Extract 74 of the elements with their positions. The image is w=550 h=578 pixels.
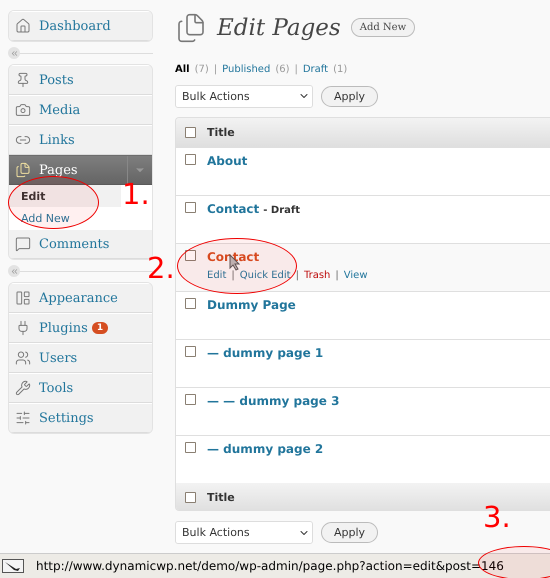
menu-label: Comments bbox=[39, 236, 110, 252]
menu-item[interactable]: Appearance bbox=[9, 283, 152, 313]
camera-icon bbox=[15, 102, 31, 118]
page-title-link[interactable]: — dummy page 2 bbox=[207, 442, 324, 456]
collapse-icon[interactable] bbox=[8, 265, 20, 277]
pushpin-icon bbox=[15, 72, 31, 88]
page-title-link[interactable]: — — dummy page 3 bbox=[207, 394, 340, 408]
menu-item[interactable]: Links bbox=[9, 125, 152, 155]
row-checkbox[interactable] bbox=[185, 250, 196, 261]
page-title-link[interactable]: Dummy Page bbox=[207, 298, 296, 312]
bulk-actions-select[interactable]: Bulk Actions bbox=[175, 84, 313, 108]
select-all-checkbox[interactable] bbox=[185, 492, 196, 503]
page-title-link[interactable]: Contact bbox=[207, 202, 260, 216]
menu-label: Posts bbox=[39, 72, 74, 88]
select-all-checkbox[interactable] bbox=[185, 126, 196, 138]
row-checkbox[interactable] bbox=[185, 442, 196, 453]
annotation-number: 3. bbox=[483, 503, 511, 532]
row-checkbox[interactable] bbox=[185, 154, 196, 165]
filter-count: (6) bbox=[275, 64, 290, 75]
filter-link[interactable]: Draft bbox=[302, 64, 328, 75]
page-title: Edit Pages bbox=[217, 14, 341, 41]
filter-link[interactable]: All bbox=[175, 64, 190, 75]
filter-count: (7) bbox=[194, 64, 209, 75]
house-icon bbox=[15, 18, 31, 34]
menu-label: Settings bbox=[39, 410, 94, 426]
row-checkbox[interactable] bbox=[185, 346, 196, 357]
separator-text: | bbox=[231, 270, 235, 281]
page-title-link[interactable]: — dummy page 1 bbox=[207, 346, 324, 360]
row-checkbox[interactable] bbox=[185, 202, 196, 213]
menu-item[interactable]: Settings bbox=[9, 403, 152, 433]
apply-button[interactable]: Apply bbox=[321, 86, 378, 107]
apply-button[interactable]: Apply bbox=[321, 522, 378, 543]
pages-icon bbox=[175, 12, 207, 44]
menu-label: Plugins bbox=[39, 320, 88, 336]
row-checkbox[interactable] bbox=[185, 394, 196, 405]
menu-label: Media bbox=[39, 102, 80, 118]
filter-link[interactable]: Published bbox=[222, 64, 270, 75]
row-checkbox[interactable] bbox=[185, 298, 196, 309]
bulk-actions-select[interactable]: Bulk Actions bbox=[175, 521, 313, 544]
submenu-item[interactable]: Edit bbox=[9, 185, 121, 207]
speech-bubble-icon bbox=[15, 236, 31, 252]
column-header: Title bbox=[207, 126, 235, 139]
menu-item[interactable]: Dashboard bbox=[9, 11, 152, 41]
row-action-link[interactable]: Edit bbox=[207, 270, 226, 281]
separator-text: | bbox=[294, 64, 298, 75]
post-state: - Draft bbox=[263, 204, 300, 216]
column-header: Title bbox=[207, 490, 235, 504]
menu-item[interactable]: Media bbox=[9, 95, 152, 125]
menu-item[interactable]: Posts bbox=[9, 65, 152, 95]
separator-text: | bbox=[335, 270, 339, 281]
menu-label: Users bbox=[39, 350, 78, 366]
menu-label: Links bbox=[39, 132, 75, 148]
menu-label: Appearance bbox=[39, 290, 118, 306]
menu-item[interactable]: Tools bbox=[9, 373, 152, 403]
row-action-link[interactable]: View bbox=[344, 270, 368, 281]
add-new-button[interactable]: Add New bbox=[350, 18, 416, 38]
sliders-icon bbox=[15, 410, 31, 426]
page-title-link[interactable]: About bbox=[207, 154, 248, 168]
menu-label: Pages bbox=[39, 162, 78, 178]
row-action-link[interactable]: Trash bbox=[304, 270, 330, 281]
menu-label: Tools bbox=[39, 380, 74, 396]
row-action-link[interactable]: Quick Edit bbox=[240, 270, 291, 281]
menu-item[interactable]: Plugins 1 bbox=[9, 313, 152, 343]
update-count-badge: 1 bbox=[92, 322, 108, 334]
filter-count: (1) bbox=[333, 64, 348, 75]
menu-label: Dashboard bbox=[39, 18, 111, 34]
users-icon bbox=[15, 350, 31, 366]
menu-item[interactable]: Users bbox=[9, 343, 152, 373]
layout-icon bbox=[15, 290, 31, 306]
pages-icon bbox=[15, 162, 31, 178]
collapse-icon[interactable] bbox=[8, 47, 20, 59]
separator-text: | bbox=[296, 270, 299, 281]
separator-text: | bbox=[214, 64, 218, 75]
wrench-icon bbox=[15, 380, 31, 396]
